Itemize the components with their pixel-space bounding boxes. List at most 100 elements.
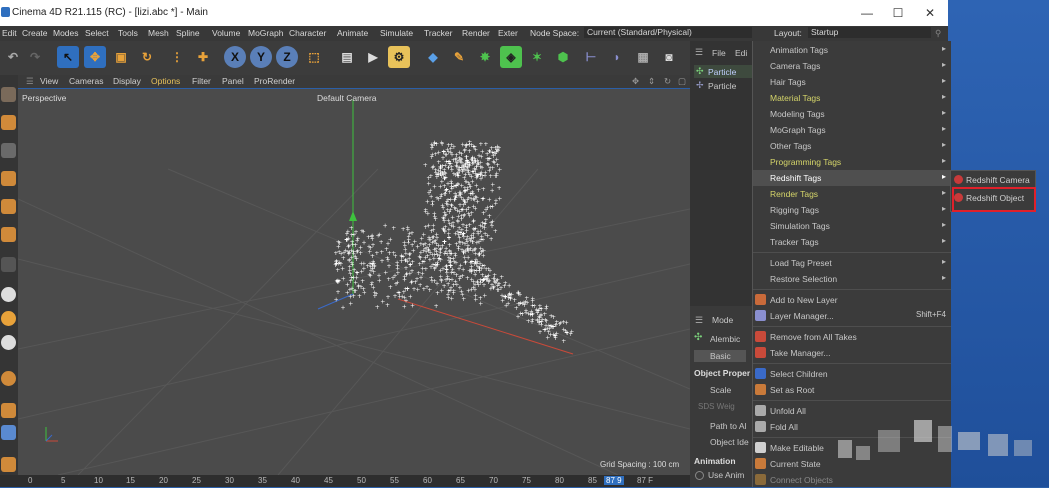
texture-mode-icon[interactable] — [1, 143, 16, 158]
menu-item-hair-tags[interactable]: Hair Tags ▸ — [753, 74, 951, 90]
model-mode-icon[interactable] — [1, 115, 16, 130]
viewport-menu-options[interactable]: Options — [151, 76, 180, 86]
menu-item-select-children[interactable]: Select Children — [753, 366, 951, 382]
solo-icon[interactable] — [1, 403, 16, 418]
menu-item-redshift-tags[interactable]: Redshift Tags ▸ — [753, 170, 951, 186]
menu-simulate[interactable]: Simulate — [380, 28, 413, 38]
object-manager-menu-edit[interactable]: Edi — [735, 48, 747, 58]
attributes-menu-icon[interactable]: ☰ — [695, 315, 703, 326]
menu-item-animation-tags[interactable]: Animation Tags ▸ — [753, 42, 951, 58]
menu-item-other-tags[interactable]: Other Tags ▸ — [753, 138, 951, 154]
menu-render[interactable]: Render — [462, 28, 490, 38]
sculpt-icon[interactable] — [1, 457, 16, 472]
menu-item-load-tag-preset[interactable]: Load Tag Preset ▸ — [753, 255, 951, 271]
attributes-mode-menu[interactable]: Mode — [712, 315, 733, 325]
quantize-icon[interactable] — [1, 311, 16, 326]
y-axis-icon[interactable]: Y — [250, 46, 272, 68]
menu-select[interactable]: Select — [85, 28, 109, 38]
field-icon[interactable]: ◗ — [606, 46, 628, 68]
viewport-menu-cameras[interactable]: Cameras — [69, 76, 103, 86]
menu-item-programming-tags[interactable]: Programming Tags ▸ — [753, 154, 951, 170]
menu-mograph[interactable]: MoGraph — [248, 28, 283, 38]
camera-icon[interactable]: ◙ — [658, 46, 680, 68]
make-editable-tool-icon[interactable] — [1, 87, 16, 102]
viewport-maximize-icon[interactable]: ▢ — [678, 76, 686, 87]
menu-item-material-tags[interactable]: Material Tags ▸ — [753, 90, 951, 106]
node-space-select[interactable]: Current (Standard/Physical) — [584, 27, 753, 38]
menu-item-camera-tags[interactable]: Camera Tags ▸ — [753, 58, 951, 74]
menu-extensions[interactable]: Exter — [498, 28, 518, 38]
viewport-menu-display[interactable]: Display — [113, 76, 141, 86]
submenu-item-redshift-camera[interactable]: Redshift Camera — [951, 172, 1035, 188]
render-settings-icon[interactable]: ⚙ — [388, 46, 410, 68]
menu-item-layer-manager[interactable]: Layer Manager... Shift+F4 — [753, 308, 951, 324]
menu-item-add-to-new-layer[interactable]: Add to New Layer — [753, 292, 951, 308]
menu-create[interactable]: Create — [22, 28, 48, 38]
menu-item-remove-from-all-takes[interactable]: Remove from All Takes — [753, 329, 951, 345]
subdivision-icon[interactable]: ✸ — [474, 46, 496, 68]
floor-icon[interactable]: ▦ — [632, 46, 654, 68]
pen-icon[interactable]: ✎ — [448, 46, 470, 68]
snap-icon[interactable] — [1, 287, 16, 302]
cloner-icon[interactable]: ✶ — [526, 46, 548, 68]
scale-tool-icon[interactable]: ▣ — [110, 46, 132, 68]
lock-workplane-icon[interactable] — [1, 371, 16, 386]
viewport-menu-panel[interactable]: Panel — [222, 76, 244, 86]
viewport-menu-filter[interactable]: Filter — [192, 76, 211, 86]
workplane-icon[interactable] — [1, 335, 16, 350]
use-animation-radio[interactable] — [695, 471, 704, 480]
menu-animate[interactable]: Animate — [337, 28, 368, 38]
render-view-icon[interactable]: ▤ — [336, 46, 358, 68]
object-manager-menu-file[interactable]: File — [712, 48, 726, 58]
render-picture-viewer-icon[interactable]: ▶ — [362, 46, 384, 68]
menu-item-set-as-root[interactable]: Set as Root — [753, 382, 951, 398]
mograph-icon[interactable]: ⬢ — [552, 46, 574, 68]
menu-item-modeling-tags[interactable]: Modeling Tags ▸ — [753, 106, 951, 122]
viewport-pan-icon[interactable]: ✥ — [632, 76, 639, 87]
menu-tools[interactable]: Tools — [118, 28, 138, 38]
menu-item-unfold-all[interactable]: Unfold All — [753, 403, 951, 419]
viewport-rotate-icon[interactable]: ↻ — [664, 76, 671, 87]
menu-item-restore-selection[interactable]: Restore Selection ▸ — [753, 271, 951, 287]
points-mode-icon[interactable] — [1, 171, 16, 186]
menu-mesh[interactable]: Mesh — [148, 28, 169, 38]
menu-volume[interactable]: Volume — [212, 28, 240, 38]
edges-mode-icon[interactable] — [1, 199, 16, 214]
menu-item-rigging-tags[interactable]: Rigging Tags ▸ — [753, 202, 951, 218]
camera-label[interactable]: Default Camera — [317, 93, 377, 103]
viewport-solo-icon[interactable] — [1, 425, 16, 440]
menu-edit[interactable]: Edit — [2, 28, 17, 38]
redo-icon[interactable]: ↷ — [24, 46, 46, 68]
close-button[interactable]: ✕ — [915, 4, 945, 22]
viewport[interactable]: + + + + + + + + + + + + + + + + + + + + + + + + + + + + + + + + + + + + + + + +… — [18, 89, 690, 475]
x-axis-icon[interactable]: X — [224, 46, 246, 68]
viewport-menu-icon[interactable]: ☰ — [26, 76, 34, 87]
object-row[interactable]: ✢ Particle — [694, 79, 752, 92]
menu-item-simulation-tags[interactable]: Simulation Tags ▸ — [753, 218, 951, 234]
recent-tools-icon[interactable]: ⋮ — [166, 46, 188, 68]
menu-spline[interactable]: Spline — [176, 28, 200, 38]
search-icon[interactable]: ⚲ — [935, 28, 941, 39]
menu-modes[interactable]: Modes — [53, 28, 79, 38]
minimize-button[interactable]: — — [852, 4, 882, 22]
menu-item-mograph-tags[interactable]: MoGraph Tags ▸ — [753, 122, 951, 138]
rotate-tool-icon[interactable]: ↻ — [136, 46, 158, 68]
add-icon[interactable]: ✚ — [192, 46, 214, 68]
viewport-menu-view[interactable]: View — [40, 76, 58, 86]
extrude-icon[interactable]: ◈ — [500, 46, 522, 68]
viewport-menu-prorender[interactable]: ProRender — [254, 76, 295, 86]
axis-mode-icon[interactable] — [1, 257, 16, 272]
object-row[interactable]: ✣ Particle — [694, 65, 752, 78]
menu-character[interactable]: Character — [289, 28, 326, 38]
menu-item-take-manager[interactable]: Take Manager... — [753, 345, 951, 361]
object-manager-menu-icon[interactable]: ☰ — [695, 47, 703, 58]
layout-select[interactable]: Startup — [808, 27, 931, 38]
maximize-button[interactable]: ☐ — [883, 4, 913, 22]
select-tool-icon[interactable]: ↖ — [57, 46, 79, 68]
tab-basic[interactable]: Basic — [694, 350, 746, 362]
move-tool-icon[interactable]: ✥ — [84, 46, 106, 68]
deformer-icon[interactable]: ⊢ — [580, 46, 602, 68]
viewport-zoom-icon[interactable]: ⇕ — [648, 76, 655, 87]
menu-tracker[interactable]: Tracker — [424, 28, 453, 38]
polygons-mode-icon[interactable] — [1, 227, 16, 242]
